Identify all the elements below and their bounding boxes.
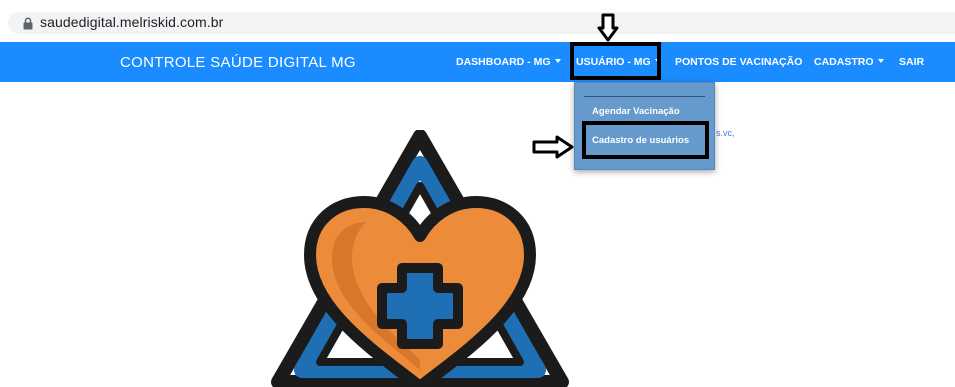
nav-dashboard-mg[interactable]: DASHBOARD - MG (456, 56, 561, 68)
health-logo (271, 130, 569, 387)
url-text[interactable]: saudedigital.melriskid.com.br (40, 14, 223, 30)
dropdown-divider (584, 96, 705, 97)
nav-pontos-vacinacao[interactable]: PONTOS DE VACINAÇÃO (675, 56, 802, 68)
caret-down-icon (877, 59, 884, 63)
background-link[interactable]: s.vc, (716, 128, 735, 138)
nav-dashboard-label: DASHBOARD - MG (456, 56, 551, 68)
highlight-cadastro-usuarios (582, 121, 709, 159)
caret-down-icon (554, 59, 561, 63)
highlight-usuario-mg (570, 42, 661, 80)
menu-item-agendar-vacinacao[interactable]: Agendar Vacinação (592, 106, 680, 117)
nav-cadastro[interactable]: CADASTRO (814, 56, 884, 68)
brand-title[interactable]: CONTROLE SAÚDE DIGITAL MG (120, 54, 356, 71)
lock-icon[interactable] (22, 17, 34, 30)
arrow-down-icon (597, 13, 619, 42)
nav-sair[interactable]: SAIR (899, 56, 924, 68)
nav-cadastro-label: CADASTRO (814, 56, 874, 68)
